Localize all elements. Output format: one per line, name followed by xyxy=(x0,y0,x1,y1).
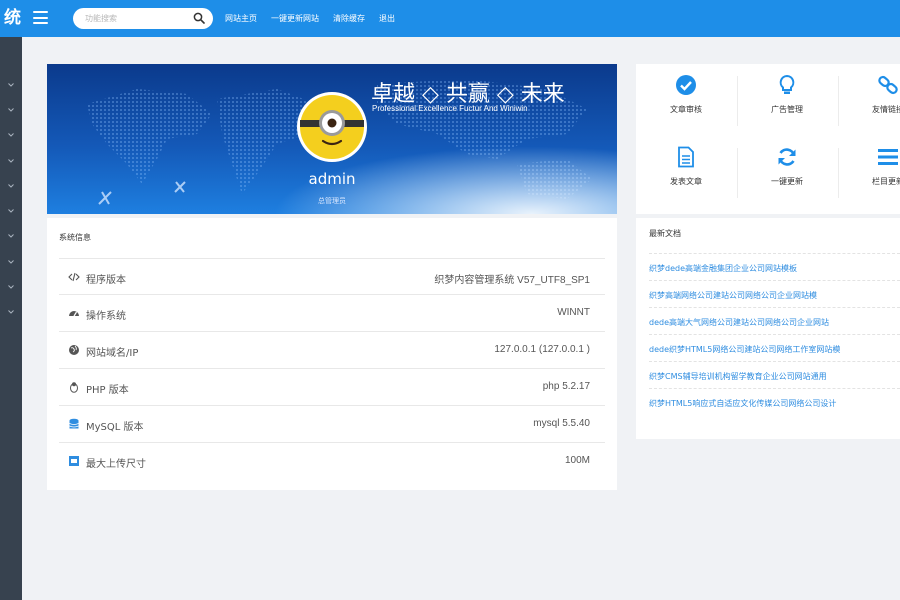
quick-action-ad-manage[interactable]: 广告管理 xyxy=(737,74,837,134)
nav-home-link[interactable]: 网站主页 xyxy=(225,13,257,24)
system-info-panel: 系统信息 程序版本 织梦内容管理系统 V57_UTF8_SP1 操作系统 WIN… xyxy=(47,218,617,490)
latest-docs-panel: 最新文档 织梦dede高端金融集团企业公司网站模板 织梦高端网络公司建站公司网络… xyxy=(636,218,900,439)
latest-doc-link[interactable]: dede织梦HTML5网络公司建站公司网络工作室网站模 xyxy=(649,344,840,355)
list-item: 织梦HTML5响应式自适应文化传媒公司网络公司设计 xyxy=(649,388,900,415)
hamburger-menu-icon[interactable] xyxy=(33,11,48,24)
row-label: PHP 版本 xyxy=(86,385,129,396)
sidebar-item-7[interactable] xyxy=(4,232,18,240)
quick-action-one-click-update[interactable]: 一键更新 xyxy=(737,146,837,206)
sidebar-item-9[interactable] xyxy=(4,283,18,291)
quick-action-label: 文章审核 xyxy=(670,105,702,114)
chevron-down-icon xyxy=(8,209,14,213)
check-circle-icon xyxy=(676,75,696,95)
upload-icon xyxy=(69,456,79,466)
chevron-down-icon xyxy=(8,133,14,137)
sidebar-item-5[interactable] xyxy=(4,182,18,190)
globe-icon xyxy=(69,345,79,355)
chevron-down-icon xyxy=(8,159,14,163)
row-label: 程序版本 xyxy=(86,275,126,286)
latest-docs-title: 最新文档 xyxy=(649,229,681,238)
quick-action-column-update[interactable]: 栏目更新 xyxy=(838,146,900,206)
avatar[interactable] xyxy=(296,91,368,163)
quick-action-label: 友情链接 xyxy=(872,105,900,114)
quick-action-article-review[interactable]: 文章审核 xyxy=(636,74,736,134)
system-info-row: PHP 版本 php 5.2.17 xyxy=(59,369,605,406)
sidebar-item-4[interactable] xyxy=(4,157,18,165)
app-title: 统 xyxy=(4,8,21,28)
profile-username: admin xyxy=(308,170,356,188)
row-value: php 5.2.17 xyxy=(542,381,590,392)
slogan-english: Professional Excellence Fuctur And Winiw… xyxy=(372,104,528,113)
system-info-row: 网站域名/IP 127.0.0.1 (127.0.0.1 ) xyxy=(59,332,605,369)
system-info-row: 操作系统 WINNT xyxy=(59,295,605,332)
latest-doc-link[interactable]: 织梦dede高端金融集团企业公司网站模板 xyxy=(649,263,797,274)
sidebar-item-1[interactable] xyxy=(4,81,18,89)
row-value: 100M xyxy=(564,455,590,466)
sidebar-item-6[interactable] xyxy=(4,207,18,215)
latest-doc-link[interactable]: 织梦HTML5响应式自适应文化传媒公司网络公司设计 xyxy=(649,398,836,409)
code-icon xyxy=(68,272,80,282)
list-item: 织梦dede高端金融集团企业公司网站模板 xyxy=(649,253,900,280)
header-nav: 网站主页 一键更新网站 清除缓存 退出 xyxy=(225,0,409,37)
profile-banner: admin 总管理员 卓越 ◇ 共赢 ◇ 未来 Professional Exc… xyxy=(47,64,617,214)
link-icon xyxy=(878,75,898,95)
row-label: 最大上传尺寸 xyxy=(86,459,146,470)
quick-action-label: 一键更新 xyxy=(771,177,803,186)
row-label: 网站域名/IP xyxy=(86,348,139,359)
sidebar-item-3[interactable] xyxy=(4,131,18,139)
quick-action-friend-links[interactable]: 友情链接 xyxy=(838,74,900,134)
latest-doc-link[interactable]: 织梦CMS辅导培训机构留学教育企业公司网站通用 xyxy=(649,371,827,382)
latest-doc-link[interactable]: 织梦高端网络公司建站公司网络公司企业网站模 xyxy=(649,290,817,301)
system-info-row: 程序版本 织梦内容管理系统 V57_UTF8_SP1 xyxy=(59,258,605,295)
row-label: MySQL 版本 xyxy=(86,422,144,433)
database-icon xyxy=(69,418,79,429)
chevron-down-icon xyxy=(8,285,14,289)
list-item: dede高端大气网络公司建站公司网络公司企业网站 xyxy=(649,307,900,334)
nav-update-site-link[interactable]: 一键更新网站 xyxy=(271,13,319,24)
nav-clear-cache-link[interactable]: 清除缓存 xyxy=(333,13,365,24)
chevron-down-icon xyxy=(8,83,14,87)
system-info-title: 系统信息 xyxy=(59,233,91,242)
search-box xyxy=(73,8,213,29)
sidebar xyxy=(0,37,22,600)
profile-role: 总管理员 xyxy=(318,197,346,205)
search-icon[interactable] xyxy=(193,12,205,24)
quick-action-label: 发表文章 xyxy=(670,177,702,186)
row-value: 127.0.0.1 (127.0.0.1 ) xyxy=(494,344,590,355)
linux-icon xyxy=(70,382,78,393)
chevron-down-icon xyxy=(8,310,14,314)
system-info-row: 最大上传尺寸 100M xyxy=(59,443,605,480)
document-icon xyxy=(678,146,694,168)
chevron-down-icon xyxy=(8,234,14,238)
list-item: 织梦CMS辅导培训机构留学教育企业公司网站通用 xyxy=(649,361,900,388)
list-item: 织梦高端网络公司建站公司网络公司企业网站模 xyxy=(649,280,900,307)
quick-action-publish-article[interactable]: 发表文章 xyxy=(636,146,736,206)
nav-logout-link[interactable]: 退出 xyxy=(379,13,395,24)
chevron-down-icon xyxy=(8,108,14,112)
row-value: WINNT xyxy=(557,307,590,318)
quick-actions-panel: 文章审核 广告管理 友情链接 发表文章 一键更新 栏目更新 xyxy=(636,64,900,214)
chevron-down-icon xyxy=(8,260,14,264)
chevron-down-icon xyxy=(8,184,14,188)
sidebar-item-8[interactable] xyxy=(4,258,18,266)
latest-doc-link[interactable]: dede高端大气网络公司建站公司网络公司企业网站 xyxy=(649,317,829,328)
list-icon xyxy=(878,149,898,165)
row-value: mysql 5.5.40 xyxy=(533,418,590,429)
system-info-row: MySQL 版本 mysql 5.5.40 xyxy=(59,406,605,443)
refresh-icon xyxy=(778,148,796,166)
row-value: 织梦内容管理系统 V57_UTF8_SP1 xyxy=(434,275,590,286)
lightbulb-icon xyxy=(779,74,795,94)
quick-action-label: 广告管理 xyxy=(771,105,803,114)
sidebar-item-2[interactable] xyxy=(4,106,18,114)
list-item: dede织梦HTML5网络公司建站公司网络工作室网站模 xyxy=(649,334,900,361)
row-label: 操作系统 xyxy=(86,311,126,322)
quick-action-label: 栏目更新 xyxy=(872,177,900,186)
dashboard-icon xyxy=(69,311,79,317)
search-input[interactable] xyxy=(85,11,185,26)
sidebar-item-10[interactable] xyxy=(4,308,18,316)
top-bar: 统 网站主页 一键更新网站 清除缓存 退出 xyxy=(0,0,900,37)
